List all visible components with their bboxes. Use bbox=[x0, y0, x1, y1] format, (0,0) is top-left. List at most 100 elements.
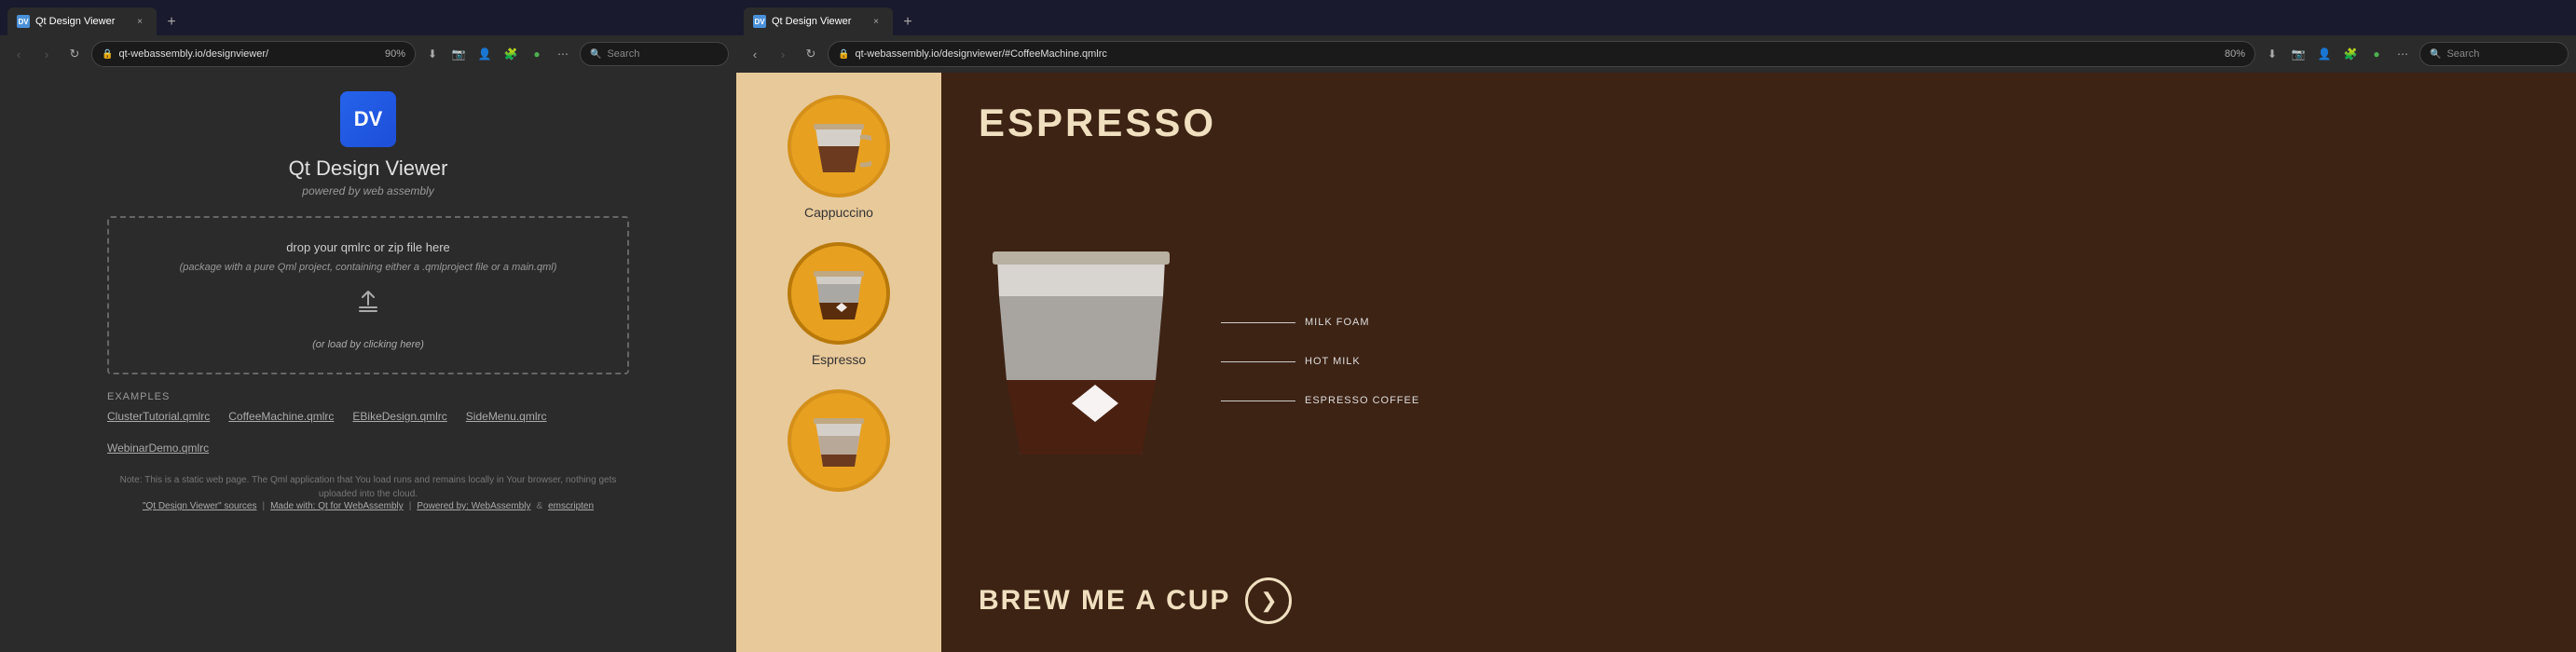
brew-arrow-circle: ❯ bbox=[1245, 577, 1292, 624]
right-main-content: Cappuccino bbox=[736, 73, 2576, 652]
right-menu-icon[interactable]: ⋯ bbox=[2391, 43, 2414, 65]
right-profile-icon[interactable]: 👤 bbox=[2313, 43, 2336, 65]
right-forward-button[interactable]: › bbox=[772, 43, 794, 65]
right-active-tab[interactable]: DV Qt Design Viewer × bbox=[744, 7, 893, 35]
left-new-tab-button[interactable]: + bbox=[158, 9, 185, 35]
coffee-item-third[interactable] bbox=[736, 382, 941, 499]
left-screenshot-icon[interactable]: 📷 bbox=[447, 43, 470, 65]
milk-foam-label: MILK FOAM bbox=[1305, 317, 1370, 328]
espresso-circle bbox=[788, 242, 890, 345]
footer-link-sources[interactable]: "Qt Design Viewer" sources bbox=[143, 501, 257, 511]
espresso-coffee-label: ESPRESSO COFFEE bbox=[1305, 395, 1419, 406]
right-extensions-icon[interactable]: 🧩 bbox=[2339, 43, 2362, 65]
left-active-tab[interactable]: DV Qt Design Viewer × bbox=[7, 7, 157, 35]
espresso-name: Espresso bbox=[812, 352, 866, 367]
left-url-text: qt-webassembly.io/designviewer/ bbox=[118, 48, 379, 60]
coffee-item-espresso[interactable]: Espresso bbox=[736, 235, 941, 374]
right-address-bar[interactable]: 🔒 qt-webassembly.io/designviewer/#Coffee… bbox=[828, 41, 2255, 67]
right-refresh-button[interactable]: ↻ bbox=[800, 43, 822, 65]
right-tab-close[interactable]: × bbox=[869, 14, 884, 29]
cappuccino-name: Cappuccino bbox=[804, 205, 873, 220]
left-address-bar[interactable]: 🔒 qt-webassembly.io/designviewer/ 90% bbox=[91, 41, 416, 67]
left-toolbar-icons: ⬇ 📷 👤 🧩 ● ⋯ bbox=[421, 43, 574, 65]
espresso-detail-panel: ESPRESSO bbox=[941, 73, 2576, 652]
milk-foam-line bbox=[1221, 322, 1295, 323]
left-tab-favicon: DV bbox=[17, 15, 30, 28]
drop-zone-link[interactable]: (or load by clicking here) bbox=[312, 339, 424, 350]
brew-button-text: BREW ME A CUP bbox=[979, 585, 1230, 617]
upload-icon bbox=[351, 286, 385, 326]
right-browser-window: DV Qt Design Viewer × + ‹ › ↻ 🔒 qt-webas… bbox=[736, 0, 2576, 652]
cup-label-espresso-coffee: ESPRESSO COFFEE bbox=[1221, 395, 1419, 406]
left-vpn-icon[interactable]: ● bbox=[526, 43, 548, 65]
right-new-tab-button[interactable]: + bbox=[895, 9, 921, 35]
cup-label-hot-milk: HOT MILK bbox=[1221, 356, 1419, 367]
drop-zone-sub-text: (package with a pure Qml project, contai… bbox=[180, 262, 557, 273]
right-search-icon: 🔍 bbox=[2430, 49, 2441, 60]
left-toolbar: ‹ › ↻ 🔒 qt-webassembly.io/designviewer/ … bbox=[0, 35, 736, 73]
right-search-box[interactable]: 🔍 Search bbox=[2419, 42, 2569, 66]
espresso-title: ESPRESSO bbox=[979, 101, 2539, 145]
footer-separator-1: | bbox=[262, 501, 265, 511]
footer-link-webassembly[interactable]: Powered by: WebAssembly bbox=[417, 501, 530, 511]
dv-logo: DV bbox=[340, 91, 396, 147]
right-toolbar-icons: ⬇ 📷 👤 🧩 ● ⋯ bbox=[2261, 43, 2414, 65]
example-link-coffee[interactable]: CoffeeMachine.qmlrc bbox=[228, 410, 334, 423]
left-tab-title: Qt Design Viewer bbox=[35, 16, 127, 27]
right-lock-icon: 🔒 bbox=[838, 49, 849, 60]
example-link-ebike[interactable]: EBikeDesign.qmlrc bbox=[352, 410, 446, 423]
large-cup-diagram bbox=[979, 231, 1184, 492]
left-menu-icon[interactable]: ⋯ bbox=[552, 43, 574, 65]
third-circle bbox=[788, 389, 890, 492]
examples-label: EXAMPLES bbox=[107, 391, 629, 402]
left-back-button[interactable]: ‹ bbox=[7, 43, 30, 65]
right-back-button[interactable]: ‹ bbox=[744, 43, 766, 65]
left-profile-icon[interactable]: 👤 bbox=[473, 43, 496, 65]
right-url-text: qt-webassembly.io/designviewer/#CoffeeMa… bbox=[855, 48, 2219, 60]
examples-links: ClusterTutorial.qmlrc CoffeeMachine.qmlr… bbox=[107, 410, 629, 455]
right-toolbar: ‹ › ↻ 🔒 qt-webassembly.io/designviewer/#… bbox=[736, 35, 2576, 73]
left-download-icon[interactable]: ⬇ bbox=[421, 43, 444, 65]
app-title: Qt Design Viewer bbox=[289, 156, 448, 181]
cup-labels: MILK FOAM HOT MILK ESPRESSO COFFEE bbox=[1221, 317, 1419, 406]
example-link-cluster[interactable]: ClusterTutorial.qmlrc bbox=[107, 410, 210, 423]
footer-link-emscripten[interactable]: emscripten bbox=[548, 501, 594, 511]
coffee-menu-panel: Cappuccino bbox=[736, 73, 941, 652]
left-search-icon: 🔍 bbox=[590, 49, 601, 60]
brew-button[interactable]: BREW ME A CUP ❯ bbox=[979, 577, 2539, 624]
left-tab-bar: DV Qt Design Viewer × + bbox=[0, 0, 736, 35]
footer-note: Note: This is a static web page. The Qml… bbox=[107, 473, 629, 501]
cup-label-milk-foam: MILK FOAM bbox=[1221, 317, 1419, 328]
footer-links: "Qt Design Viewer" sources | Made with: … bbox=[143, 501, 594, 511]
right-zoom-level: 80% bbox=[2225, 48, 2245, 60]
app-subtitle: powered by web assembly bbox=[302, 184, 433, 197]
left-browser-window: DV Qt Design Viewer × + ‹ › ↻ 🔒 qt-webas… bbox=[0, 0, 736, 652]
example-link-sidemenu[interactable]: SideMenu.qmlrc bbox=[466, 410, 547, 423]
example-link-webinar[interactable]: WebinarDemo.qmlrc bbox=[107, 441, 209, 455]
left-extensions-icon[interactable]: 🧩 bbox=[500, 43, 522, 65]
left-search-box[interactable]: 🔍 Search bbox=[580, 42, 729, 66]
left-tab-close[interactable]: × bbox=[132, 14, 147, 29]
right-tab-title: Qt Design Viewer bbox=[772, 16, 863, 27]
footer-separator-2: | bbox=[409, 501, 412, 511]
right-screenshot-icon[interactable]: 📷 bbox=[2287, 43, 2309, 65]
left-lock-icon: 🔒 bbox=[102, 49, 113, 60]
left-zoom-level: 90% bbox=[385, 48, 405, 60]
right-vpn-icon[interactable]: ● bbox=[2365, 43, 2388, 65]
right-search-placeholder: Search bbox=[2446, 48, 2479, 60]
right-tab-bar: DV Qt Design Viewer × + bbox=[736, 0, 2576, 35]
left-forward-button[interactable]: › bbox=[35, 43, 58, 65]
left-main-content: DV Qt Design Viewer powered by web assem… bbox=[0, 73, 736, 652]
cappuccino-circle bbox=[788, 95, 890, 197]
hot-milk-label: HOT MILK bbox=[1305, 356, 1361, 367]
coffee-item-cappuccino[interactable]: Cappuccino bbox=[736, 88, 941, 227]
right-tab-favicon: DV bbox=[753, 15, 766, 28]
cup-diagram-area: MILK FOAM HOT MILK ESPRESSO COFFEE bbox=[979, 164, 2539, 559]
footer-link-qt[interactable]: Made with: Qt for WebAssembly bbox=[270, 501, 404, 511]
left-search-placeholder: Search bbox=[607, 48, 639, 60]
right-download-icon[interactable]: ⬇ bbox=[2261, 43, 2283, 65]
drop-zone[interactable]: drop your qmlrc or zip file here (packag… bbox=[107, 216, 629, 374]
left-refresh-button[interactable]: ↻ bbox=[63, 43, 86, 65]
footer-separator-3: & bbox=[536, 501, 542, 511]
hot-milk-line bbox=[1221, 361, 1295, 362]
